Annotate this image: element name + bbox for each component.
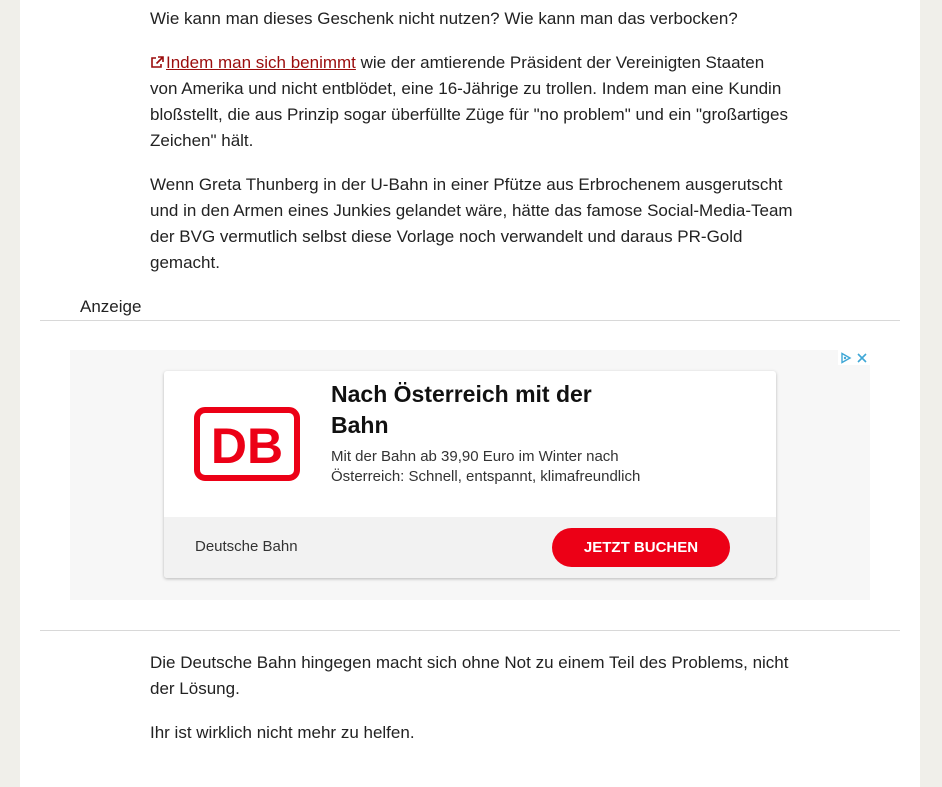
external-link-icon xyxy=(151,56,164,68)
article-paragraph-2: Indem man sich benimmt wie der amtierend… xyxy=(150,50,795,154)
ad-divider-bottom xyxy=(40,630,900,631)
ad-label: Anzeige xyxy=(80,297,142,316)
external-link-text: Indem man sich benimmt xyxy=(166,53,356,72)
ad-card[interactable]: DB Nach Österreich mit der Bahn Mit der … xyxy=(164,371,776,578)
ad-divider-top xyxy=(40,320,900,321)
ad-headline[interactable]: Nach Österreich mit der Bahn xyxy=(331,379,631,441)
article-paragraph-5: Ihr ist wirklich nicht mehr zu helfen. xyxy=(150,723,415,742)
adchoices-icon[interactable] xyxy=(838,350,854,365)
article-page: Wie kann man dieses Geschenk nicht nutze… xyxy=(20,0,920,787)
ad-footer: Deutsche Bahn JETZT BUCHEN xyxy=(164,517,776,578)
article-paragraph-4: Die Deutsche Bahn hingegen macht sich oh… xyxy=(150,653,789,698)
book-now-button[interactable]: JETZT BUCHEN xyxy=(552,528,730,567)
ad-description: Mit der Bahn ab 39,90 Euro im Winter nac… xyxy=(331,448,641,485)
article-paragraph-1: Wie kann man dieses Geschenk nicht nutze… xyxy=(150,9,738,28)
external-article-link[interactable]: Indem man sich benimmt xyxy=(150,53,356,72)
ad-advertiser: Deutsche Bahn xyxy=(195,538,298,555)
article-paragraph-3: Wenn Greta Thunberg in der U-Bahn in ein… xyxy=(150,175,793,272)
svg-text:DB: DB xyxy=(211,418,283,474)
adchoices-controls xyxy=(838,350,870,365)
close-icon[interactable] xyxy=(854,350,870,365)
ad-container[interactable]: DB Nach Österreich mit der Bahn Mit der … xyxy=(70,350,870,600)
db-logo: DB xyxy=(194,407,300,481)
